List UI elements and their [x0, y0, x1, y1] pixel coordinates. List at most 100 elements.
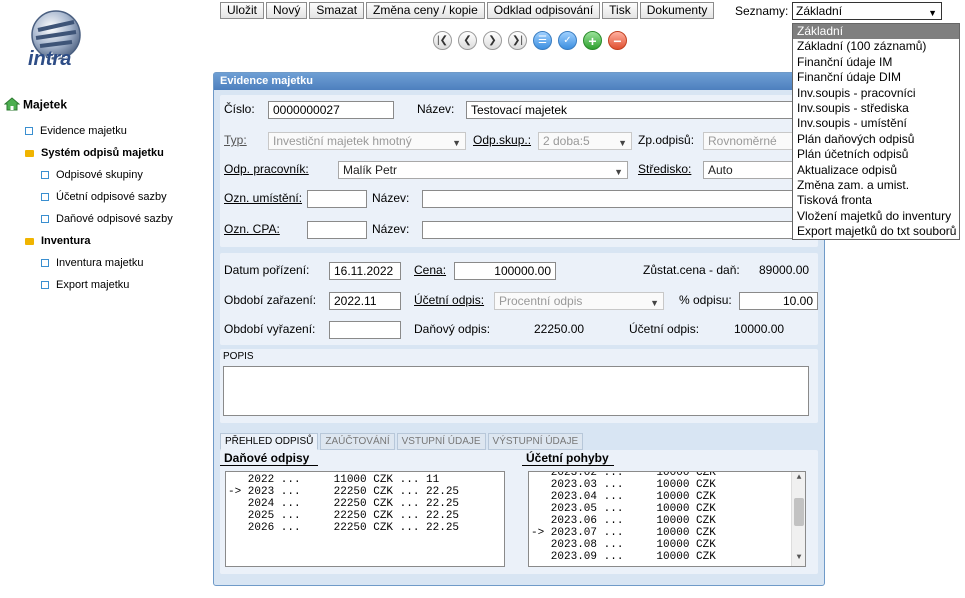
delete-button[interactable]: Smazat: [309, 2, 365, 19]
stredisko-label[interactable]: Středisko:: [638, 162, 691, 176]
list-button[interactable]: ☰: [533, 31, 552, 50]
pracovnik-select[interactable]: Malík Petr ▼: [338, 161, 628, 179]
tab-prehled-odpisu[interactable]: PŘEHLED ODPISŮ: [220, 433, 319, 450]
umisteni-nazev-input[interactable]: [422, 190, 818, 208]
nav-root-majetek[interactable]: Majetek: [3, 97, 68, 114]
list-item[interactable]: 2026 ... 22250 CZK ... 22.25: [226, 522, 504, 534]
sidebar-item-inventura-majetku[interactable]: Inventura majetku: [41, 257, 143, 269]
last-record-button[interactable]: ❯|: [508, 31, 527, 50]
chevron-down-icon: ▼: [650, 298, 659, 308]
dropdown-option[interactable]: Tisková fronta: [793, 193, 959, 208]
defer-depreciation-button[interactable]: Odklad odpisování: [486, 2, 601, 19]
print-button[interactable]: Tisk: [602, 2, 638, 19]
next-record-button[interactable]: ❯: [483, 31, 502, 50]
prev-record-button[interactable]: ❮: [458, 31, 477, 50]
pracovnik-label[interactable]: Odp. pracovník:: [224, 162, 309, 176]
chevron-down-icon: ▼: [618, 138, 627, 148]
umisteni-input[interactable]: [307, 190, 367, 208]
list-item[interactable]: 2023.05 ... 10000 CZK: [529, 503, 805, 515]
sidebar-item-evidence-majetku[interactable]: Evidence majetku: [25, 125, 127, 137]
financial-section: Datum pořízení: 16.11.2022 Cena: 100000.…: [220, 253, 818, 345]
logo-text: intra: [28, 48, 72, 70]
sidebar-item-system-odpisu[interactable]: Systém odpisů majetku: [25, 147, 164, 159]
dropdown-option[interactable]: Export majetků do txt souborů: [793, 224, 959, 239]
dropdown-option[interactable]: Základní: [793, 24, 959, 40]
popis-textarea[interactable]: [223, 366, 809, 416]
list-item[interactable]: 2023.02 ... 10000 CZK: [529, 472, 805, 479]
nav-root-label: Majetek: [23, 97, 68, 112]
change-price-copy-button[interactable]: Změna ceny / kopie: [366, 2, 485, 19]
tab-vystupni-udaje[interactable]: VÝSTUPNÍ ÚDAJE: [487, 433, 584, 450]
obdobi-vyrazeni-input[interactable]: [329, 321, 401, 339]
dropdown-option[interactable]: Plán daňových odpisů: [793, 132, 959, 147]
ucetni-odpis-label[interactable]: Účetní odpis:: [414, 293, 484, 307]
nazev-input[interactable]: Testovací majetek: [466, 101, 818, 119]
cpa-input[interactable]: [307, 221, 367, 239]
list-item[interactable]: 2022 ... 11000 CZK ... 11: [226, 474, 504, 486]
ucetni-pohyby-title: Účetní pohyby: [522, 451, 614, 466]
ucetni-odpis-select[interactable]: Procentní odpis ▼: [494, 292, 664, 310]
seznamy-label: Seznamy:: [735, 4, 789, 18]
scroll-down-icon[interactable]: ▼: [792, 552, 805, 566]
list-item[interactable]: 2023.09 ... 10000 CZK: [529, 551, 805, 563]
list-item[interactable]: 2023.08 ... 10000 CZK: [529, 539, 805, 551]
scrollbar[interactable]: ▲ ▼: [791, 472, 805, 566]
dropdown-option[interactable]: Finanční údaje DIM: [793, 70, 959, 85]
prev-icon: ❮: [463, 34, 472, 46]
chevron-down-icon: ▼: [452, 138, 461, 148]
tab-zauctovani[interactable]: ZAÚČTOVÁNÍ: [320, 433, 395, 450]
list-item[interactable]: 2023.04 ... 10000 CZK: [529, 491, 805, 503]
cpa-nazev-input[interactable]: [422, 221, 818, 239]
confirm-button[interactable]: ✓: [558, 31, 577, 50]
dropdown-option[interactable]: Inv.soupis - pracovníci: [793, 86, 959, 101]
list-item[interactable]: 2023.06 ... 10000 CZK: [529, 515, 805, 527]
sidebar-item-inventura[interactable]: Inventura: [25, 235, 91, 247]
typ-label[interactable]: Typ:: [224, 133, 247, 147]
list-item[interactable]: 2025 ... 22250 CZK ... 22.25: [226, 510, 504, 522]
dropdown-option[interactable]: Inv.soupis - střediska: [793, 101, 959, 116]
nazev-label: Název:: [417, 102, 455, 116]
remove-button[interactable]: −: [608, 31, 627, 50]
documents-button[interactable]: Dokumenty: [639, 2, 715, 19]
dropdown-option[interactable]: Plán účetních odpisů: [793, 147, 959, 162]
new-button[interactable]: Nový: [266, 2, 308, 19]
dropdown-option[interactable]: Inv.soupis - umístění: [793, 116, 959, 131]
intra-logo: intra: [24, 8, 94, 72]
dropdown-option[interactable]: Základní (100 záznamů): [793, 39, 959, 54]
datum-porizeni-input[interactable]: 16.11.2022: [329, 262, 401, 280]
danove-odpisy-list[interactable]: 2022 ... 11000 CZK ... 11 -> 2023 ... 22…: [225, 471, 505, 567]
dropdown-option[interactable]: Finanční údaje IM: [793, 55, 959, 70]
page-icon: [41, 259, 49, 268]
cpa-label[interactable]: Ozn. CPA:: [224, 222, 280, 236]
ucetni-pohyby-list[interactable]: 2023.02 ... 10000 CZK 2023.03 ... 10000 …: [528, 471, 806, 567]
list-item[interactable]: -> 2023 ... 22250 CZK ... 22.25: [226, 486, 504, 498]
odpskup-select[interactable]: 2 doba:5 ▼: [538, 132, 632, 150]
cena-input[interactable]: 100000.00: [454, 262, 556, 280]
list-item[interactable]: 2024 ... 22250 CZK ... 22.25: [226, 498, 504, 510]
obdobi-zarazeni-input[interactable]: 2022.11: [329, 292, 401, 310]
dropdown-option[interactable]: Aktualizace odpisů: [793, 163, 959, 178]
sidebar-item-export-majetku[interactable]: Export majetku: [41, 279, 129, 291]
umisteni-label[interactable]: Ozn. umístění:: [224, 191, 302, 205]
dropdown-option[interactable]: Změna zam. a umist.: [793, 178, 959, 193]
sidebar-item-odpisove-skupiny[interactable]: Odpisové skupiny: [41, 169, 143, 181]
list-item[interactable]: -> 2023.07 ... 10000 CZK: [529, 527, 805, 539]
first-record-button[interactable]: |❮: [433, 31, 452, 50]
dropdown-option[interactable]: Vložení majetků do inventury: [793, 209, 959, 224]
sidebar-item-danove-sazby[interactable]: Daňové odpisové sazby: [41, 213, 173, 225]
seznamy-select[interactable]: Základní ▼: [792, 2, 942, 20]
scroll-thumb[interactable]: [794, 498, 804, 526]
tab-vstupni-udaje[interactable]: VSTUPNÍ ÚDAJE: [396, 433, 486, 450]
save-button[interactable]: Uložit: [220, 2, 265, 19]
odpskup-label[interactable]: Odp.skup.:: [473, 133, 531, 147]
cena-label[interactable]: Cena:: [414, 263, 446, 277]
list-item[interactable]: 2023.03 ... 10000 CZK: [529, 479, 805, 491]
folder-icon: [25, 149, 34, 157]
add-button[interactable]: +: [583, 31, 602, 50]
umisteni-nazev-label: Název:: [372, 191, 410, 205]
cislo-input[interactable]: 0000000027: [268, 101, 394, 119]
pct-odpisu-input[interactable]: 10.00: [739, 292, 818, 310]
sidebar-item-ucetni-sazby[interactable]: Účetní odpisové sazby: [41, 191, 167, 203]
typ-select[interactable]: Investiční majetek hmotný ▼: [268, 132, 466, 150]
scroll-up-icon[interactable]: ▲: [792, 472, 805, 486]
